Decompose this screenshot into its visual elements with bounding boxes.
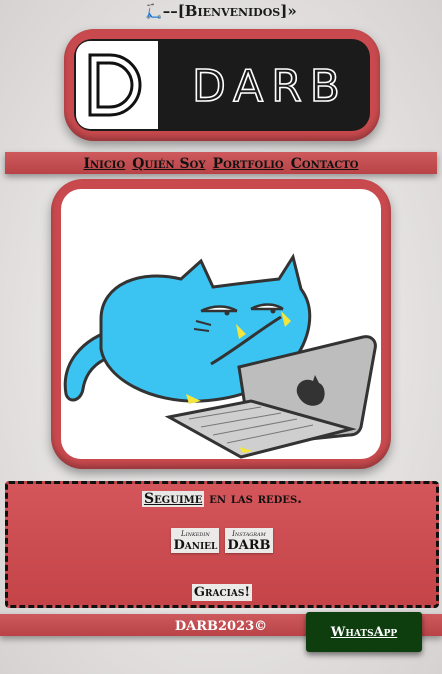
hero-frame bbox=[51, 179, 391, 469]
linkedin-network-label: Linkedin bbox=[181, 530, 210, 538]
page-header: 🛴––[Bienvenidos]» bbox=[0, 2, 442, 20]
instagram-network-label: Instagram bbox=[232, 530, 266, 538]
social-section: Seguime en las redes. Linkedin Daniel In… bbox=[5, 481, 439, 608]
instagram-username: DARB bbox=[227, 538, 271, 553]
follow-highlight: Seguime bbox=[141, 491, 205, 507]
nav-quien-soy[interactable]: Quién Soy bbox=[132, 156, 205, 172]
welcome-title: ––[Bienvenidos]» bbox=[162, 2, 297, 20]
svg-text:DARB: DARB bbox=[192, 61, 348, 112]
logo-monogram bbox=[76, 41, 158, 129]
nav-portfolio[interactable]: Portfolio bbox=[213, 156, 284, 172]
darb-wordmark: DARB bbox=[191, 60, 348, 113]
whatsapp-button[interactable]: WhatsApp bbox=[306, 612, 422, 652]
linkedin-link[interactable]: Linkedin Daniel bbox=[171, 528, 220, 553]
copyright-text: DARB2023© bbox=[174, 619, 268, 634]
main-nav: Inicio Quién Soy Portfolio Contacto bbox=[5, 152, 437, 174]
hero-image-container bbox=[61, 189, 381, 459]
follow-suffix: en las redes. bbox=[204, 491, 303, 507]
nav-inicio[interactable]: Inicio bbox=[83, 156, 125, 172]
instagram-link[interactable]: Instagram DARB bbox=[225, 528, 273, 553]
thanks-label: Gracias! bbox=[191, 584, 253, 601]
kick-scooter-icon: 🛴 bbox=[145, 4, 163, 20]
d-monogram-icon bbox=[88, 53, 142, 117]
linkedin-username: Daniel bbox=[173, 538, 218, 553]
cat-laptop-illustration bbox=[63, 253, 377, 459]
logo-banner: DARB bbox=[74, 39, 370, 131]
logo-frame: DARB bbox=[64, 29, 380, 141]
social-links: Linkedin Daniel Instagram DARB bbox=[8, 528, 436, 553]
thanks-text: Gracias! bbox=[8, 581, 436, 601]
follow-text: Seguime en las redes. bbox=[8, 491, 436, 507]
nav-contacto[interactable]: Contacto bbox=[291, 156, 359, 172]
